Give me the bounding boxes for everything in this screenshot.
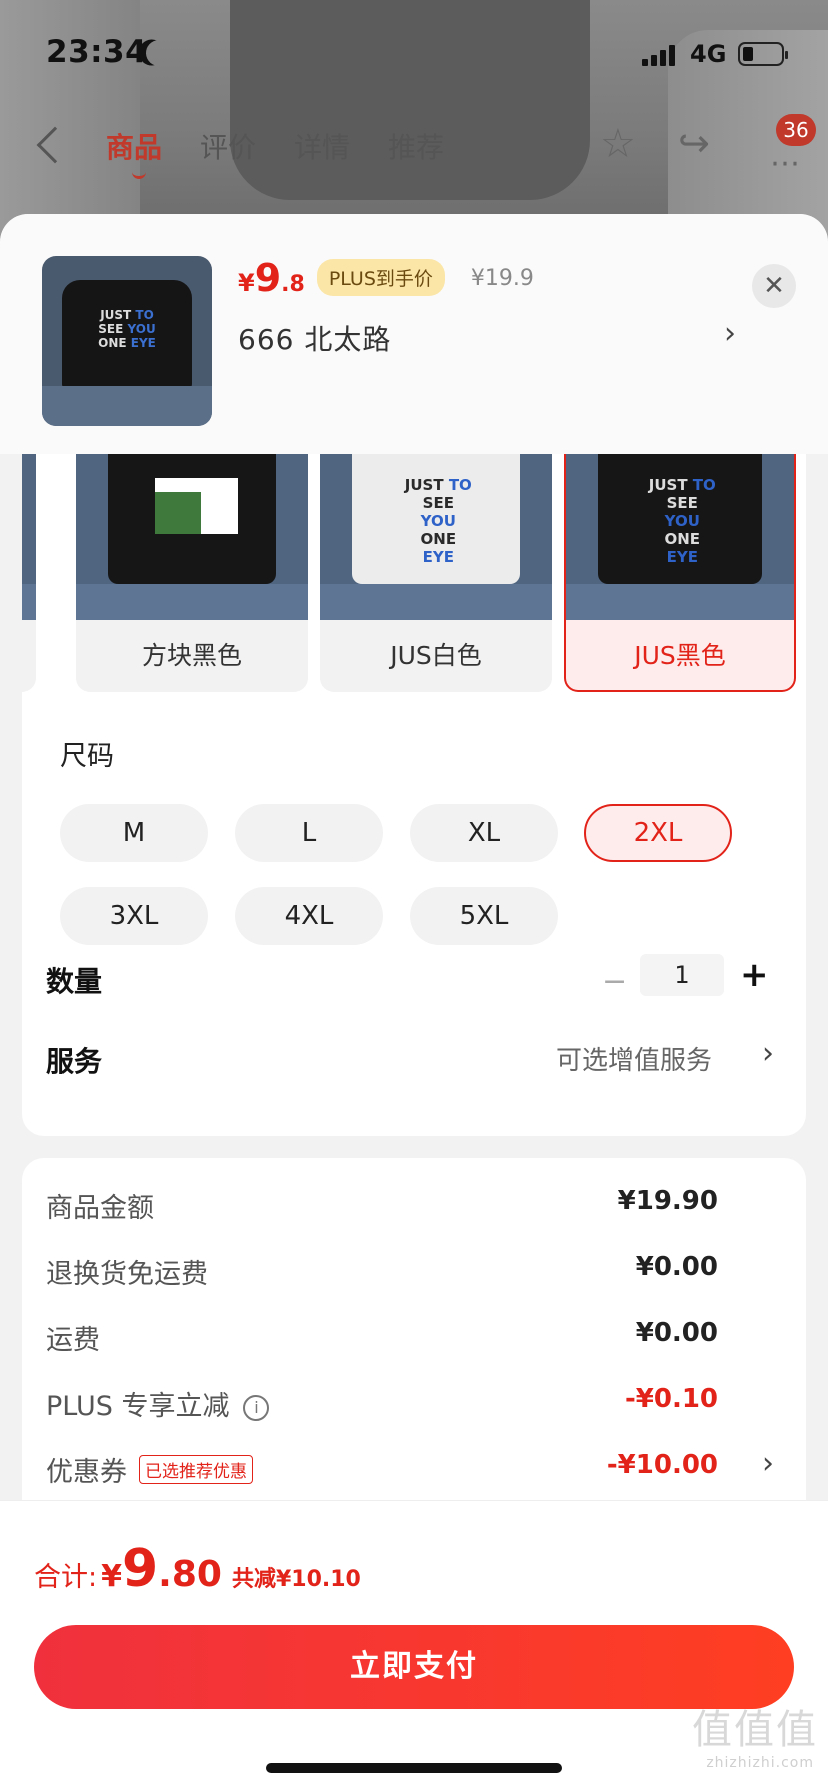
price-decimal: .8 [281,272,305,297]
summary-row-plus-discount: PLUS 专享立减 i -¥0.10 [46,1384,718,1422]
sku-selection-sheet: JUST TO SEE YOU ONE EYE ¥ 9 .8 PLUS到手价 ¥19… [0,214,828,1792]
chevron-right-icon[interactable]: › [762,1036,774,1071]
message-count-badge: 36 [776,114,816,146]
size-option-2xl[interactable]: 2XL [584,804,732,862]
sheet-header: JUST TO SEE YOU ONE EYE ¥ 9 .8 PLUS到手价 ¥19… [0,214,828,454]
plus-price-tag: PLUS到手价 [316,259,445,296]
color-option-image: JUST TO SEE YOU ONE EYE [566,454,794,620]
original-price: ¥19.9 [470,266,534,291]
chevron-right-icon[interactable]: › [762,1446,774,1481]
status-time: 23:34 [46,34,148,70]
star-icon[interactable]: ☆ [600,124,636,164]
selected-spec[interactable]: 666 北太路 [238,318,391,358]
color-options: 方块黑色 JUST TO SEE YOU ONE EYE JUS白色 JUST TO… [22,454,806,692]
color-option-jus-white[interactable]: JUST TO SEE YOU ONE EYE JUS白色 [320,454,552,692]
summary-row-goods-amount: 商品金额 ¥19.90 [46,1186,718,1224]
status-bar: 23:34 4G [0,0,828,100]
back-icon[interactable] [36,126,74,164]
color-option-label: 方块黑色 [141,641,242,670]
info-icon[interactable]: i [243,1395,270,1421]
total-price: 合计: ¥ 9 .80 共减¥10.10 [34,1539,361,1599]
network-label: 4G [690,40,727,68]
color-option-label: JUS白色 [390,641,482,670]
tab-reviews[interactable]: 评价 [200,126,256,166]
battery-icon [738,42,788,66]
checkout-bar: 合计: ¥ 9 .80 共减¥10.10 立即支付 值值值 zhizhizhi.… [0,1500,828,1792]
color-option-image [76,454,308,620]
quantity-increase-button[interactable]: + [740,958,769,992]
service-label: 服务 [46,1045,103,1078]
color-option-label: JUS黑色 [634,641,726,670]
size-option-m[interactable]: M [60,804,208,862]
nav-tabs: 商品 评价 详情 推荐 [106,126,444,179]
color-option-jus-black[interactable]: JUST TO SEE YOU ONE EYE JUS黑色 [564,454,796,692]
moon-icon [142,36,175,69]
size-section-title: 尺码 [60,741,114,772]
more-icon[interactable]: ⋯ [770,146,800,181]
product-thumbnail: JUST TO SEE YOU ONE EYE [42,256,212,426]
home-indicator[interactable] [266,1763,562,1773]
nav-bar: 商品 评价 详情 推荐 ☆ ↪ 36 ⋯ [0,110,828,190]
price-currency: ¥ [238,269,255,297]
coupon-tag: 已选推荐优惠 [139,1455,253,1484]
size-option-5xl[interactable]: 5XL [410,887,558,945]
color-option-partial[interactable] [22,454,36,692]
watermark-url: zhizhizhi.com [706,1755,814,1771]
size-option-3xl[interactable]: 3XL [60,887,208,945]
summary-row-return-shipping: 退换货免运费 ¥0.00 [46,1252,718,1290]
quantity-decrease-button[interactable]: − [602,964,627,999]
service-selector[interactable]: 可选增值服务 [556,1040,712,1077]
summary-row-shipping: 运费 ¥0.00 [46,1318,718,1356]
signal-icon [642,44,678,66]
quantity-input[interactable]: 1 [640,954,724,996]
summary-row-coupon[interactable]: 优惠券 已选推荐优惠 -¥10.00 › [46,1446,782,1490]
color-option-block-black[interactable]: 方块黑色 [76,454,308,692]
price-integer: 9 [254,256,282,300]
color-option-image: JUST TO SEE YOU ONE EYE [320,454,552,620]
quantity-label: 数量 [46,965,103,998]
size-option-xl[interactable]: XL [410,804,558,862]
tab-details[interactable]: 详情 [294,126,350,166]
watermark-logo: 值值值 [692,1707,818,1753]
price-row: ¥ 9 .8 PLUS到手价 ¥19.9 [238,256,534,302]
tab-product[interactable]: 商品 [106,126,162,179]
close-button[interactable]: ✕ [752,264,796,308]
price-summary-card: 商品金额 ¥19.90 退换货免运费 ¥0.00 运费 ¥0.00 PLUS 专… [22,1158,806,1558]
options-card: 方块黑色 JUST TO SEE YOU ONE EYE JUS白色 JUST TO… [22,404,806,1136]
size-option-4xl[interactable]: 4XL [235,887,383,945]
pay-now-button[interactable]: 立即支付 [34,1625,794,1709]
tab-recommend[interactable]: 推荐 [388,126,444,166]
total-savings: 共减¥10.10 [231,1567,361,1592]
chevron-right-icon[interactable]: › [724,316,736,351]
share-icon[interactable]: ↪ [678,124,710,162]
size-option-l[interactable]: L [235,804,383,862]
